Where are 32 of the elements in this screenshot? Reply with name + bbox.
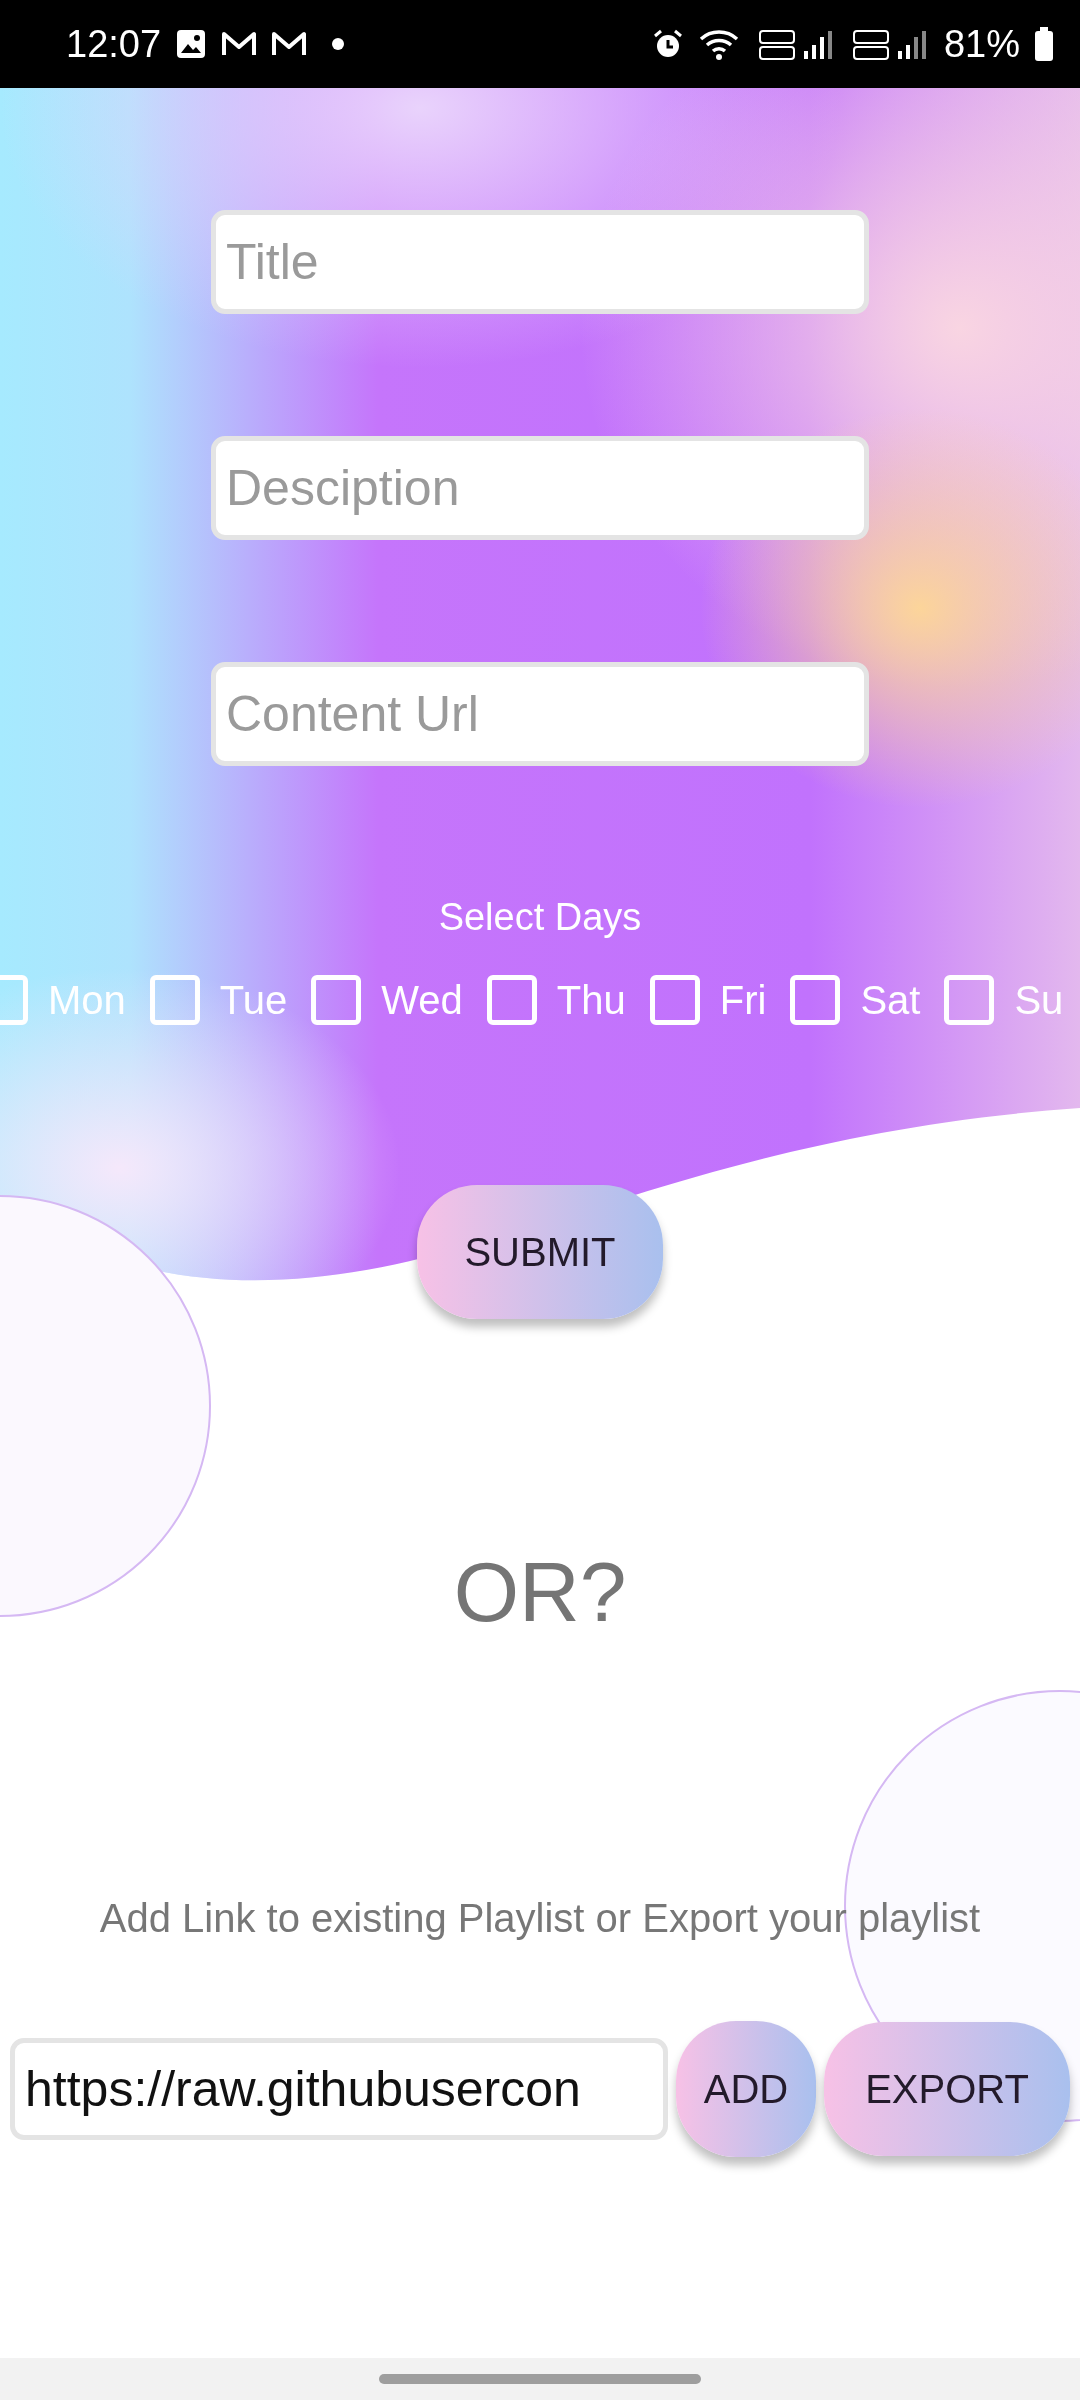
battery-icon [1034, 27, 1054, 61]
day-label: Tue [219, 977, 288, 1023]
checkbox[interactable] [944, 975, 995, 1025]
day-label: Mon [48, 977, 126, 1023]
submit-button[interactable]: SUBMIT [417, 1185, 663, 1319]
day-label: Thu [556, 977, 626, 1023]
checkbox[interactable] [649, 975, 700, 1025]
status-time: 12:07 [66, 22, 162, 66]
dot-icon [331, 37, 346, 51]
mail-icon [221, 30, 258, 58]
mail-icon [271, 30, 308, 58]
alarm-icon [651, 28, 684, 60]
day-label: Sat [860, 977, 921, 1023]
text-field[interactable]: Content Url [211, 662, 869, 766]
days-label: Select Days [438, 896, 642, 939]
checkbox[interactable] [486, 975, 537, 1025]
add-button[interactable]: ADD [676, 2021, 816, 2157]
text-field[interactable]: Title [211, 210, 869, 314]
checkbox[interactable] [790, 975, 841, 1025]
day-label: Fri [719, 977, 767, 1023]
battery-percent: 81% [943, 22, 1020, 66]
checkbox[interactable] [311, 975, 362, 1025]
home-handle[interactable] [379, 2374, 701, 2384]
checkbox[interactable] [149, 975, 200, 1025]
or-text: OR? [453, 1544, 627, 1641]
text-field[interactable]: Desciption [211, 436, 869, 540]
day-label: Wed [381, 977, 463, 1023]
image-icon [175, 28, 208, 60]
day-label: Su [1014, 977, 1064, 1023]
export-button[interactable]: EXPORT [824, 2022, 1070, 2156]
playlist-caption: Add Link to existing Playlist or Export your playlist [99, 1896, 981, 1941]
link-field[interactable]: https://raw.githubusercon [10, 2038, 668, 2140]
